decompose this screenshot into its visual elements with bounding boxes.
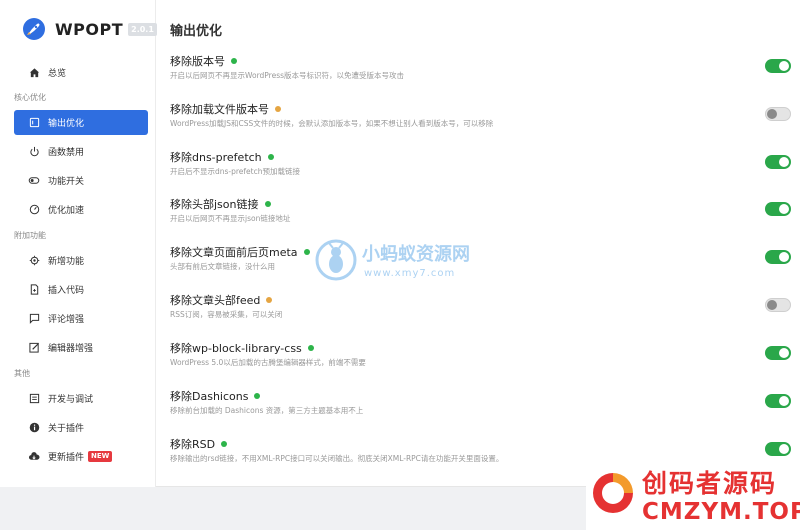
sidebar-item-label: 新增功能 bbox=[48, 257, 85, 267]
sidebar-item-update[interactable]: 更新插件 NEW bbox=[14, 444, 148, 469]
status-dot bbox=[266, 297, 273, 303]
status-dot bbox=[267, 154, 274, 160]
sidebar: WPOPT 2.0.1 总览 核心优化 输出优化 函数禁用 功能开关 优化加速 … bbox=[0, 0, 157, 487]
power-icon bbox=[28, 146, 40, 158]
sidebar-item-insert-code[interactable]: 插入代码 bbox=[14, 277, 148, 302]
setting-row: 移除版本号 开启以后网页不再显示WordPress版本号标识符，以免遭受版本号攻… bbox=[170, 53, 800, 93]
status-dot bbox=[303, 249, 310, 255]
toggle-switch[interactable] bbox=[765, 250, 791, 264]
setting-description: WordPress 5.0以后加载的古腾堡编辑器样式，前端不需要 bbox=[170, 358, 366, 367]
toggle-switch[interactable] bbox=[765, 107, 791, 121]
ant-logo-icon bbox=[314, 238, 358, 282]
app-name: WPOPT bbox=[55, 19, 124, 39]
sidebar-item-label: 开发与调试 bbox=[48, 395, 94, 405]
sidebar-item-comment-enhance[interactable]: 评论增强 bbox=[14, 306, 148, 331]
sidebar-item-home[interactable]: 总览 bbox=[14, 60, 148, 85]
sidebar-item-new-features[interactable]: 新增功能 bbox=[14, 248, 148, 273]
toggle-switch[interactable] bbox=[765, 346, 791, 360]
status-dot bbox=[254, 393, 261, 399]
home-icon bbox=[28, 67, 40, 79]
status-dot bbox=[275, 106, 281, 112]
setting-row: 移除头部json链接 开启以后网页不再显示json链接地址 bbox=[170, 196, 800, 236]
setting-row: 移除Dashicons 移除前台加载的 Dashicons 资源，第三方主题基本… bbox=[170, 388, 800, 428]
setting-row: 移除加载文件版本号 WordPress加载JS和CSS文件的时候，会默认添加版本… bbox=[170, 101, 800, 141]
setting-description: 移除输出的rsd链接，不用XML-RPC接口可以关闭输出。彻底关闭XML-RPC… bbox=[170, 454, 504, 463]
sidebar-item-speed-optimize[interactable]: 优化加速 bbox=[14, 197, 148, 222]
setting-title: 移除文章头部feed bbox=[170, 292, 273, 308]
speed-icon bbox=[28, 204, 40, 216]
setting-title: 移除dns-prefetch bbox=[170, 149, 274, 165]
setting-row: 移除文章头部feed RSS订阅，容易被采集，可以关闭 bbox=[170, 292, 800, 332]
sidebar-item-label: 关于插件 bbox=[48, 424, 85, 434]
nav-group-other: 其他 bbox=[14, 369, 30, 378]
sidebar-item-label: 功能开关 bbox=[48, 177, 85, 187]
sidebar-item-editor-enhance[interactable]: 编辑器增强 bbox=[14, 335, 148, 360]
debug-icon bbox=[28, 393, 40, 405]
gear-icon bbox=[28, 255, 40, 267]
app-logo: WPOPT 2.0.1 bbox=[22, 14, 157, 44]
setting-description: 头部有前后文章链接，没什么用 bbox=[170, 262, 275, 271]
sidebar-item-label: 输出优化 bbox=[48, 119, 85, 129]
toggle-switch[interactable] bbox=[765, 155, 791, 169]
toggle-switch[interactable] bbox=[765, 442, 791, 456]
sidebar-item-output-optimize[interactable]: 输出优化 bbox=[14, 110, 148, 135]
nav-group-extra: 附加功能 bbox=[14, 231, 46, 240]
cloud-download-icon bbox=[28, 451, 40, 463]
sidebar-item-label: 评论增强 bbox=[48, 315, 85, 325]
rocket-icon bbox=[22, 17, 46, 41]
setting-description: 移除前台加载的 Dashicons 资源，第三方主题基本用不上 bbox=[170, 406, 364, 415]
toggle-switch[interactable] bbox=[765, 394, 791, 408]
watermark-bottom-en: CMZYM.TOP bbox=[642, 499, 800, 525]
setting-description: WordPress加载JS和CSS文件的时候，会默认添加版本号，如果不想让别人看… bbox=[170, 119, 494, 128]
optimize-icon bbox=[28, 117, 40, 129]
code-file-icon bbox=[28, 284, 40, 296]
watermark-top-url: www.xmy7.com bbox=[364, 268, 456, 279]
info-icon bbox=[28, 422, 40, 434]
setting-title: 移除文章页面前后页meta bbox=[170, 244, 310, 260]
watermark-top: 小蚂蚁资源网 www.xmy7.com bbox=[314, 236, 504, 288]
setting-title: 移除wp-block-library-css bbox=[170, 340, 314, 356]
toggle-switch[interactable] bbox=[765, 298, 791, 312]
setting-description: 开启后不显示dns-prefetch预加载链接 bbox=[170, 167, 300, 176]
sidebar-item-dev-debug[interactable]: 开发与调试 bbox=[14, 386, 148, 411]
status-dot bbox=[307, 345, 314, 351]
setting-title: 移除版本号 bbox=[170, 53, 237, 69]
setting-description: 开启以后网页不再显示json链接地址 bbox=[170, 214, 291, 223]
setting-title: 移除RSD bbox=[170, 436, 228, 452]
setting-description: 开启以后网页不再显示WordPress版本号标识符，以免遭受版本号攻击 bbox=[170, 71, 405, 80]
setting-description: RSS订阅，容易被采集，可以关闭 bbox=[170, 310, 283, 319]
comment-icon bbox=[28, 313, 40, 325]
sidebar-item-label: 更新插件 bbox=[48, 453, 85, 463]
cmzym-logo-icon bbox=[590, 470, 636, 516]
sidebar-item-function-disable[interactable]: 函数禁用 bbox=[14, 139, 148, 164]
toggle-switch[interactable] bbox=[765, 202, 791, 216]
status-dot bbox=[231, 58, 237, 64]
watermark-top-text: 小蚂蚁资源网 bbox=[362, 244, 470, 265]
sidebar-item-label: 优化加速 bbox=[48, 206, 85, 216]
setting-row: 移除dns-prefetch 开启后不显示dns-prefetch预加载链接 bbox=[170, 149, 800, 189]
watermark-bottom: 创码者源码 CMZYM.TOP bbox=[586, 460, 800, 530]
status-dot bbox=[221, 441, 228, 447]
status-dot bbox=[264, 201, 271, 207]
version-badge: 2.0.1 bbox=[128, 22, 157, 36]
sidebar-item-label: 总览 bbox=[48, 69, 67, 79]
sidebar-item-label: 编辑器增强 bbox=[48, 344, 94, 354]
new-badge: NEW bbox=[88, 451, 113, 462]
setting-row: 移除wp-block-library-css WordPress 5.0以后加载… bbox=[170, 340, 800, 380]
nav-group-core: 核心优化 bbox=[14, 93, 46, 102]
setting-title: 移除头部json链接 bbox=[170, 196, 271, 212]
toggle-switch[interactable] bbox=[765, 59, 791, 73]
edit-icon bbox=[28, 342, 40, 354]
sidebar-item-label: 函数禁用 bbox=[48, 148, 85, 158]
switch-icon bbox=[28, 175, 40, 187]
sidebar-item-feature-switch[interactable]: 功能开关 bbox=[14, 168, 148, 193]
sidebar-item-about[interactable]: 关于插件 bbox=[14, 415, 148, 440]
setting-title: 移除加载文件版本号 bbox=[170, 101, 281, 117]
sidebar-item-label: 插入代码 bbox=[48, 286, 85, 296]
watermark-bottom-cn: 创码者源码 bbox=[642, 469, 778, 498]
setting-title: 移除Dashicons bbox=[170, 388, 261, 404]
page-title: 输出优化 bbox=[170, 24, 223, 39]
